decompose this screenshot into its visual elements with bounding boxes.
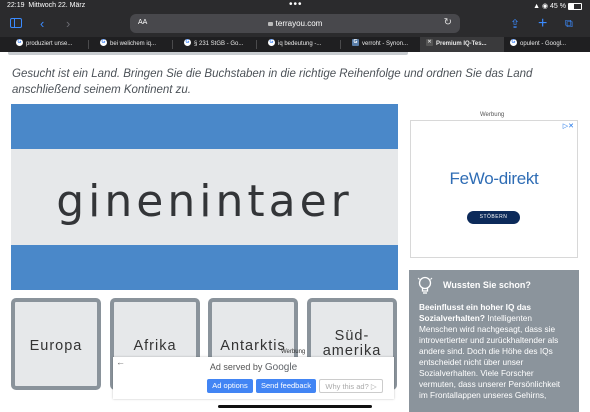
multitask-dots[interactable]: •••: [289, 0, 303, 10]
back-icon[interactable]: ‹: [40, 15, 44, 33]
home-indicator[interactable]: [218, 405, 372, 408]
tab-bar: Gproduziert unse... Gbei welichem iq... …: [0, 37, 590, 52]
adchoices-icon[interactable]: ▷✕: [563, 122, 574, 130]
status-time: 22:19 Mittwoch 22. März: [7, 2, 86, 9]
ad-label: Werbung: [480, 112, 505, 118]
google-logo: Google: [264, 362, 298, 373]
stripe-top: [11, 104, 398, 149]
battery-label: 45 %: [550, 3, 566, 10]
url-text: terrayou.com: [130, 19, 460, 28]
ad-cta-button[interactable]: STÖBERN: [467, 211, 520, 224]
ad-options-button[interactable]: Ad options: [207, 379, 253, 393]
why-this-ad-button[interactable]: Why this ad? ▷: [319, 379, 383, 393]
tab-5[interactable]: Gverroht - Synon...: [352, 37, 416, 52]
question-instruction: Gesucht ist ein Land. Bringen Sie die Bu…: [12, 68, 533, 96]
tab-4[interactable]: Giq bedeutung -...: [268, 37, 332, 52]
status-bar: 22:19 Mittwoch 22. März ••• ▲ ◉ 45 %: [0, 0, 590, 12]
google-favicon-icon: G: [510, 38, 517, 46]
status-right: ▲ ◉ 45 %: [533, 2, 582, 10]
scrambled-word: ginenintaer: [56, 176, 353, 227]
side-ad[interactable]: ▷✕ FeWo-direkt STÖBERN: [410, 120, 578, 258]
new-tab-icon[interactable]: +: [538, 15, 547, 33]
close-tab-icon[interactable]: ✕: [426, 38, 433, 46]
tab-2[interactable]: Gbei welichem iq...: [100, 37, 164, 52]
share-icon[interactable]: ⇪: [510, 15, 520, 33]
tab-7[interactable]: Gopulent - Googl...: [510, 37, 590, 52]
browser-toolbar: ‹ › AA terrayou.com ↻ ⇪ + ⧉: [0, 12, 590, 37]
tab-3[interactable]: G § 231 StGB - Go...: [184, 37, 248, 52]
lightbulb-icon: [417, 276, 433, 294]
battery-icon: [568, 2, 582, 10]
tab-6-active[interactable]: ✕ Premium IQ-Tes...: [420, 37, 504, 52]
ad-brand[interactable]: FeWo-direkt: [411, 169, 577, 189]
box-body: Intelligenten Menschen wird nachgesagt, …: [419, 313, 561, 400]
box-title: Wussten Sie schon?: [443, 280, 531, 290]
answer-tile-europa[interactable]: Europa: [11, 298, 101, 390]
google-favicon-icon: G: [100, 38, 107, 46]
header-band: [8, 52, 408, 55]
send-feedback-button[interactable]: Send feedback: [256, 379, 316, 393]
ad-served-overlay: ← Ad served by Google Ad options Send fe…: [113, 357, 394, 399]
tab-overview-icon[interactable]: ⧉: [565, 15, 573, 33]
google-favicon-icon: G: [268, 38, 275, 46]
box-text: Beeinflusst ein hoher IQ das Sozialverha…: [419, 302, 571, 401]
forward-icon[interactable]: ›: [66, 15, 70, 33]
google-favicon-icon: G: [16, 38, 23, 46]
sidebar-toggle-icon[interactable]: [10, 18, 22, 28]
stripe-bottom: [11, 245, 398, 290]
did-you-know-box: Wussten Sie schon? Beeinflusst ein hoher…: [409, 270, 579, 412]
synonym-favicon-icon: G: [352, 38, 359, 46]
overlay-ad-label: Werbung: [281, 349, 306, 355]
scrambled-word-panel: ginenintaer: [11, 104, 398, 290]
address-bar[interactable]: AA terrayou.com ↻: [130, 14, 460, 33]
ad-served-by: Ad served by Google: [209, 362, 298, 373]
reload-icon[interactable]: ↻: [444, 17, 452, 28]
tab-1[interactable]: Gproduziert unse...: [16, 37, 80, 52]
google-favicon-icon: G: [184, 38, 191, 46]
lock-icon: [267, 21, 273, 26]
